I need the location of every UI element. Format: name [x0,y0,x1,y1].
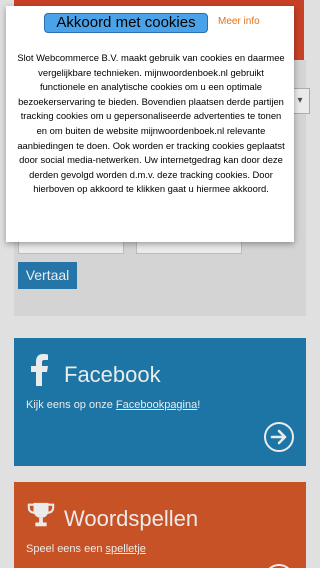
accept-cookies-button[interactable]: Akkoord met cookies [44,13,208,33]
cookie-consent-dialog: Akkoord met cookies Meer info Slot Webco… [6,6,294,242]
page: ▾ Vertaal Facebook Kijk eens op onze Fac… [0,0,320,568]
more-info-link[interactable]: Meer info [218,16,260,27]
cookie-consent-text: Slot Webcommerce B.V. maakt gebruik van … [17,52,285,195]
